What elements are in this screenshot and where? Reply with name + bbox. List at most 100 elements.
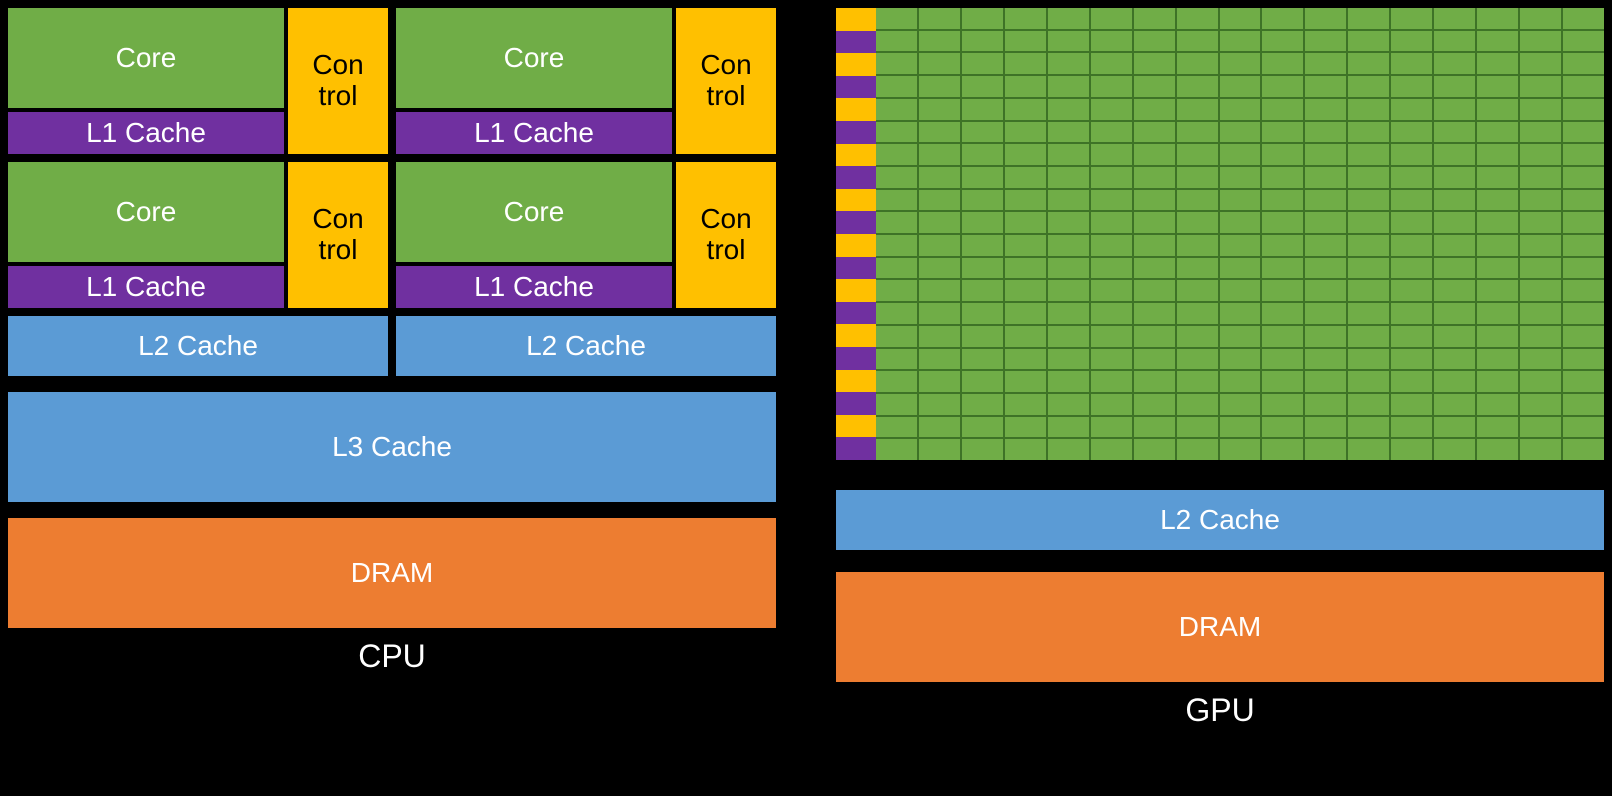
gpu-core-cell xyxy=(1520,144,1561,165)
gpu-core-cell xyxy=(1305,349,1346,370)
gpu-core-cell xyxy=(1262,394,1303,415)
gpu-core-cell xyxy=(919,280,960,301)
gpu-core-cell xyxy=(1005,303,1046,324)
gpu-core-cell xyxy=(1220,167,1261,188)
gpu-core-cell xyxy=(1348,439,1389,460)
gpu-core-cell xyxy=(962,439,1003,460)
gpu-core-cell xyxy=(919,167,960,188)
gpu-core-cell xyxy=(1563,53,1604,74)
gpu-core-cell xyxy=(1262,53,1303,74)
gpu-core-cell xyxy=(876,394,917,415)
gpu-core-cell xyxy=(876,190,917,211)
gpu-core-cell xyxy=(962,394,1003,415)
gpu-core-cell xyxy=(1477,371,1518,392)
gpu-core-cell xyxy=(1563,144,1604,165)
gpu-title: GPU xyxy=(836,692,1604,729)
cpu-l3-row: L3 Cache xyxy=(8,392,776,502)
gpu-core-cell xyxy=(876,439,917,460)
gpu-core-cell xyxy=(1434,371,1475,392)
l2-cache: L2 Cache xyxy=(8,316,388,376)
gpu-core-cell xyxy=(1177,280,1218,301)
gpu-core-cell xyxy=(919,439,960,460)
gpu-core-cell xyxy=(1391,235,1432,256)
l2-cache: L2 Cache xyxy=(396,316,776,376)
gpu-top xyxy=(836,8,1604,460)
gpu-core-cell xyxy=(876,235,917,256)
gpu-core-cell xyxy=(1134,439,1175,460)
gpu-core-cell xyxy=(1134,122,1175,143)
gpu-core-cell xyxy=(1520,235,1561,256)
gpu-core-cell xyxy=(1262,303,1303,324)
gpu-core-cell xyxy=(1134,99,1175,120)
core-box: Core xyxy=(8,162,284,262)
gpu-core-cell xyxy=(1391,53,1432,74)
gpu-core-cell xyxy=(1005,212,1046,233)
gpu-core-cell xyxy=(1262,280,1303,301)
gpu-core-cell xyxy=(1563,122,1604,143)
gpu-core-cell xyxy=(1048,122,1089,143)
gpu-core-cell xyxy=(1177,349,1218,370)
gpu-core-cell xyxy=(1005,258,1046,279)
core-box: Core xyxy=(396,8,672,108)
gpu-core-cell xyxy=(1220,190,1261,211)
gpu-core-cell xyxy=(1220,53,1261,74)
gpu-diagram: L2 Cache DRAM GPU xyxy=(836,0,1604,796)
gpu-core-cell xyxy=(1348,212,1389,233)
gpu-core-cell xyxy=(1391,439,1432,460)
gpu-core-cell xyxy=(1005,31,1046,52)
gpu-core-cell xyxy=(1134,144,1175,165)
mini-control xyxy=(836,279,876,302)
gpu-core-cell xyxy=(919,349,960,370)
gpu-core-cell xyxy=(1563,371,1604,392)
gpu-core-cell xyxy=(1305,144,1346,165)
gpu-core-cell xyxy=(1434,417,1475,438)
gpu-core-cell xyxy=(1305,394,1346,415)
l1-cache: L1 Cache xyxy=(396,266,672,308)
gpu-core-cell xyxy=(1520,258,1561,279)
gpu-core-cell xyxy=(1348,303,1389,324)
mini-control xyxy=(836,8,876,31)
gpu-core-cell xyxy=(1005,122,1046,143)
cpu-l2-row: L2 Cache L2 Cache xyxy=(8,316,776,376)
l3-cache: L3 Cache xyxy=(8,392,776,502)
gpu-core-cell xyxy=(1305,212,1346,233)
cpu-core-grid: Core Con trol L1 Cache Core Con trol L1 … xyxy=(8,8,776,308)
gpu-core-cell xyxy=(1048,53,1089,74)
gpu-core-cell xyxy=(1348,326,1389,347)
gpu-core-cell xyxy=(1477,99,1518,120)
gpu-core-cell xyxy=(1477,303,1518,324)
gpu-core-cell xyxy=(876,212,917,233)
gpu-core-cell xyxy=(1563,31,1604,52)
gpu-core-cell xyxy=(962,280,1003,301)
gpu-core-cell xyxy=(1005,190,1046,211)
gpu-core-cell xyxy=(1177,122,1218,143)
gpu-core-cell xyxy=(1134,280,1175,301)
gpu-core-cell xyxy=(1220,144,1261,165)
gpu-core-cell xyxy=(1477,122,1518,143)
gpu-core-cell xyxy=(1177,31,1218,52)
gpu-core-cell xyxy=(1520,394,1561,415)
gpu-core-cell xyxy=(1048,167,1089,188)
cpu-core-3: Core Con trol L1 Cache xyxy=(396,162,776,308)
gpu-core-cell xyxy=(962,99,1003,120)
gpu-core-cell xyxy=(962,235,1003,256)
cpu-title: CPU xyxy=(8,638,776,675)
gpu-core-cell xyxy=(1091,439,1132,460)
gpu-core-cell xyxy=(1134,258,1175,279)
gpu-core-cell xyxy=(1348,280,1389,301)
gpu-control-l1-column xyxy=(836,8,876,460)
gpu-core-cell xyxy=(919,190,960,211)
gpu-core-cell xyxy=(1005,99,1046,120)
gpu-core-cell xyxy=(1477,417,1518,438)
gpu-core-cell xyxy=(1005,349,1046,370)
gpu-core-cell xyxy=(962,349,1003,370)
gpu-core-cell xyxy=(962,371,1003,392)
core-box: Core xyxy=(8,8,284,108)
gpu-core-cell xyxy=(1305,417,1346,438)
gpu-core-cell xyxy=(1091,258,1132,279)
l2-cache: L2 Cache xyxy=(836,490,1604,550)
gpu-core-cell xyxy=(1177,167,1218,188)
mini-l1 xyxy=(836,257,876,280)
gpu-core-cell xyxy=(1134,371,1175,392)
gpu-core-cell xyxy=(1048,144,1089,165)
